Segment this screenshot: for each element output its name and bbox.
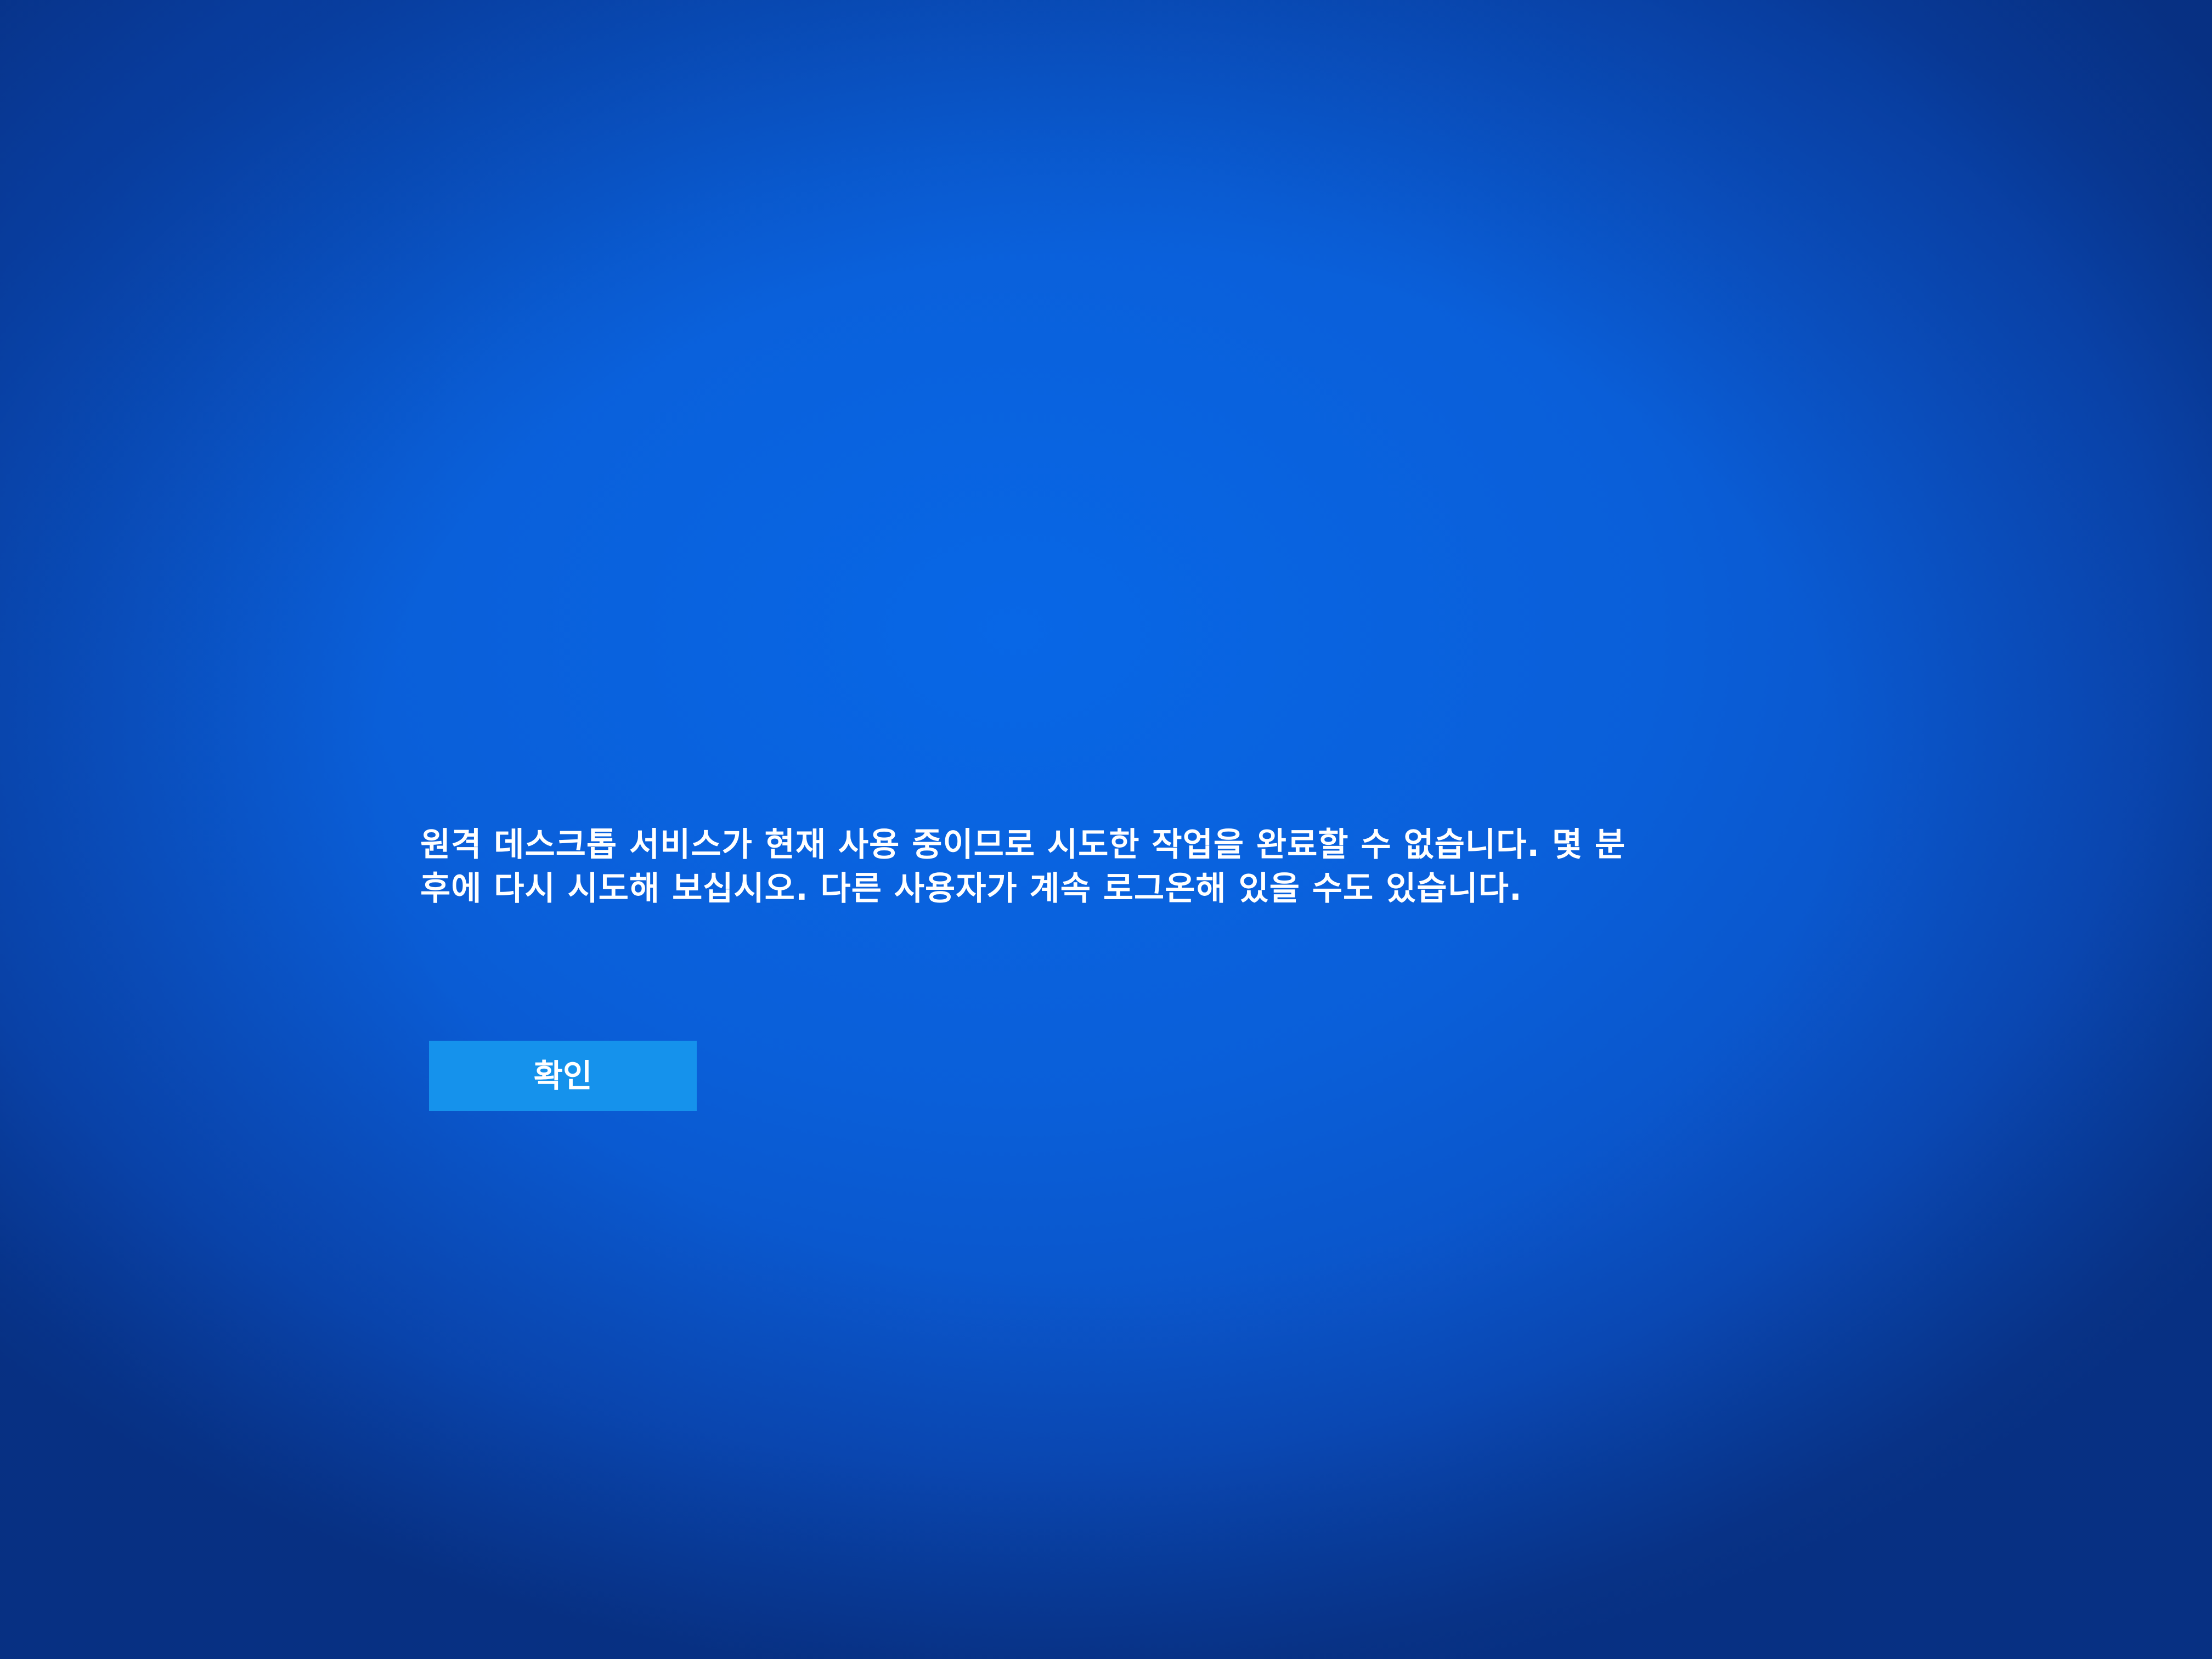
error-message: 원격 데스크톱 서비스가 현재 사용 중이므로 시도한 작업을 완료할 수 없습… — [420, 823, 1737, 911]
error-message-line-1: 원격 데스크톱 서비스가 현재 사용 중이므로 시도한 작업을 완료할 수 없습… — [420, 826, 1626, 864]
error-message-line-2: 후에 다시 시도해 보십시오. 다른 사용자가 계속 로그온해 있을 수도 있습… — [420, 870, 1522, 908]
ok-button[interactable]: 확인 — [429, 1041, 697, 1111]
